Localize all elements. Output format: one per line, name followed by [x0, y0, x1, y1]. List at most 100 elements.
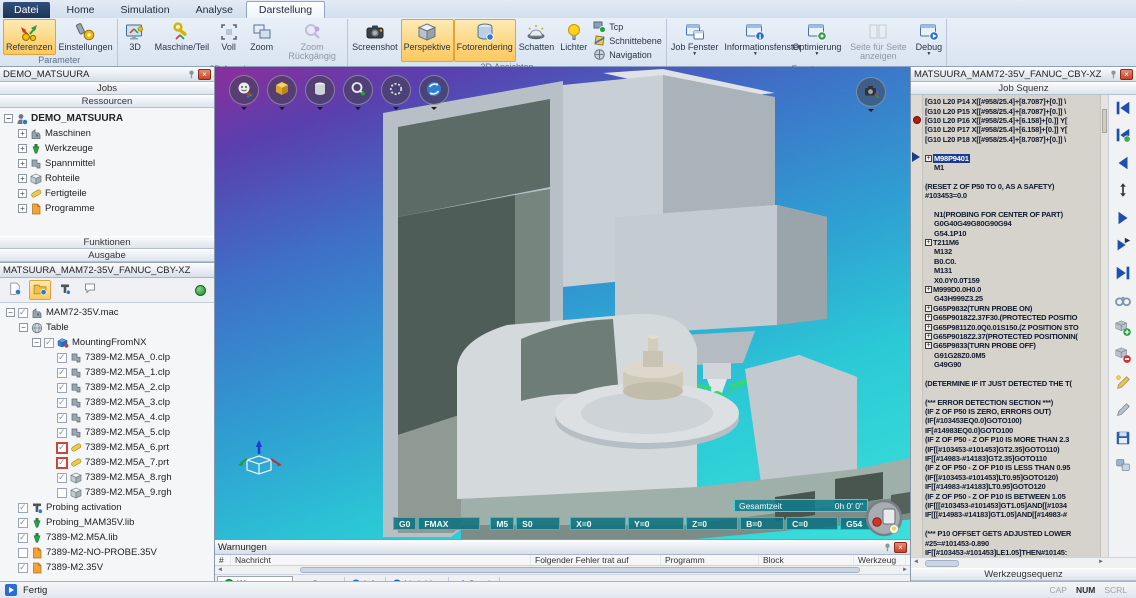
- seite-f-r-seite-anzeigen-button[interactable]: Seite für Seite anzeigen: [844, 19, 912, 64]
- tree-item-maschinen[interactable]: +Maschinen: [4, 126, 214, 141]
- tree-item-fertigteile[interactable]: +Fertigteile: [4, 186, 214, 201]
- gcode-line[interactable]: (DETERMINE IF IT JUST DETECTED THE T(: [925, 379, 1100, 388]
- fotorendering-button[interactable]: Fotorendering: [454, 19, 516, 62]
- ribbon-tab-datei[interactable]: Datei: [3, 2, 50, 18]
- warnings-column-folgender-fehler-trat-auf[interactable]: Folgender Fehler trat auf: [531, 555, 661, 565]
- new-job-document-button[interactable]: [4, 280, 26, 300]
- gcode-line[interactable]: +T211M6: [925, 238, 1100, 247]
- perspektive-button[interactable]: Perspektive: [401, 19, 454, 62]
- find-block-button[interactable]: [1113, 293, 1133, 311]
- item-checkbox[interactable]: [18, 548, 28, 558]
- postprocessor-button[interactable]: [54, 280, 76, 300]
- gcode-line[interactable]: +G65P9018Z2.37(PROTECTED POSITIONIN(: [925, 332, 1100, 341]
- informationsfenster-button[interactable]: Informationsfenster▼: [721, 19, 789, 64]
- gcode-line[interactable]: G91G28Z0.0M5: [925, 351, 1100, 360]
- gcode-line[interactable]: (RESET Z OF P50 TO 0, AS A SAFETY): [925, 182, 1100, 191]
- play-forward-button[interactable]: [1113, 210, 1133, 228]
- gcode-line[interactable]: [925, 200, 1100, 209]
- job-tree-item[interactable]: 7389-M2-NO-PROBE.35V: [4, 545, 214, 560]
- gcode-line[interactable]: (IF[[#103453-#101453]LT0.95]GOTO120): [925, 473, 1100, 482]
- job-tree-item[interactable]: −MountingFromNX: [4, 335, 214, 350]
- comments-button[interactable]: [79, 280, 101, 300]
- job-tree-item[interactable]: −MAM72-35V.mac: [4, 305, 214, 320]
- gcode-line[interactable]: M1: [925, 163, 1100, 172]
- zoom-r-ckg-ngig-button[interactable]: Zoom Rückgängig: [278, 19, 346, 64]
- gcode-line[interactable]: [925, 172, 1100, 181]
- gcode-line[interactable]: [925, 520, 1100, 529]
- item-checkbox[interactable]: [57, 458, 67, 468]
- machine-status-icon[interactable]: [865, 499, 903, 537]
- edit-insert-button[interactable]: [1113, 375, 1133, 393]
- scroll-left-arrow[interactable]: ◄: [913, 559, 919, 566]
- item-checkbox[interactable]: [57, 428, 67, 438]
- play-to-marker-button[interactable]: [1113, 238, 1133, 256]
- collapse-icon[interactable]: −: [6, 308, 15, 317]
- gcode-line[interactable]: M132: [925, 247, 1100, 256]
- zoom-button[interactable]: Zoom: [245, 19, 278, 64]
- item-checkbox[interactable]: [18, 518, 28, 528]
- item-checkbox[interactable]: [57, 443, 67, 453]
- tree-item-werkzeuge[interactable]: +Werkzeuge: [4, 141, 214, 156]
- tcp-button[interactable]: Tcp: [593, 20, 662, 33]
- gcode-line[interactable]: B0.C0.: [925, 257, 1100, 266]
- add-breakpoint-button[interactable]: [1113, 320, 1133, 338]
- warnings-column-index[interactable]: #: [215, 555, 231, 565]
- gcode-line[interactable]: IF[#14983EQ0.0]GOTO100: [925, 426, 1100, 435]
- tree-item-programme[interactable]: +Programme: [4, 201, 214, 216]
- scroll-right-arrow[interactable]: ►: [1098, 559, 1104, 566]
- tree-root-demo_matsuura[interactable]: −DEMO_MATSUURA: [4, 111, 214, 126]
- schatten-button[interactable]: Schatten: [516, 19, 558, 62]
- play-backward-button[interactable]: [1113, 155, 1133, 173]
- gcode-line[interactable]: [925, 144, 1100, 153]
- skip-to-end-button[interactable]: [1113, 265, 1133, 283]
- job-fenster-button[interactable]: Job Fenster▼: [668, 19, 722, 64]
- navigation-button[interactable]: Navigation: [593, 48, 662, 61]
- item-checkbox[interactable]: [57, 368, 67, 378]
- lichter-button[interactable]: Lichter: [557, 19, 590, 62]
- close-icon[interactable]: ×: [1120, 69, 1133, 80]
- close-icon[interactable]: ×: [894, 542, 907, 553]
- expand-icon[interactable]: +: [925, 239, 932, 246]
- collapse-icon[interactable]: −: [32, 338, 41, 347]
- gcode-listing[interactable]: [G10 L20 P14 X[[#958/25.4]+[8.7087]+[0.]…: [923, 95, 1100, 557]
- isometric-view-button[interactable]: [267, 75, 297, 105]
- gcode-line[interactable]: (*** P10 OFFSET GETS ADJUSTED LOWER: [925, 529, 1100, 538]
- gcode-line[interactable]: +G65P9833(TURN PROBE OFF): [925, 341, 1100, 350]
- gcode-line[interactable]: [G10 L20 P18 X[[#958/25.4]+[8.7087]+[0.]…: [925, 135, 1100, 144]
- gcode-line[interactable]: (IF[#103453EQ0.0]GOTO100): [925, 416, 1100, 425]
- sync-windows-button[interactable]: [1113, 458, 1133, 476]
- gcode-line[interactable]: IF[[#103453-#101453]LE1.05]THEN#10145:: [925, 548, 1100, 557]
- section-funktionen[interactable]: Funktionen: [0, 236, 214, 249]
- save-program-button[interactable]: [1113, 430, 1133, 448]
- gcode-line[interactable]: G43H999Z3.25: [925, 294, 1100, 303]
- gcode-line[interactable]: X0.0Y0.0T159: [925, 275, 1100, 284]
- gcode-line[interactable]: [G10 L20 P16 X[[#958/25.4]+[6.158]+[0.]]…: [925, 116, 1100, 125]
- expand-icon[interactable]: +: [18, 174, 27, 183]
- job-tree-item[interactable]: 7389-M2.35V: [4, 560, 214, 575]
- item-checkbox[interactable]: [44, 338, 54, 348]
- item-checkbox[interactable]: [57, 473, 67, 483]
- gcode-line[interactable]: +G65P9832(TURN PROBE ON): [925, 304, 1100, 313]
- warnings-column-programm[interactable]: Programm: [661, 555, 759, 565]
- gcode-line[interactable]: +M999D0.0H0.0: [925, 285, 1100, 294]
- section-ressourcen[interactable]: Ressourcen: [0, 95, 214, 108]
- ribbon-tab-simulation[interactable]: Simulation: [108, 2, 183, 18]
- debug-button[interactable]: Debug▼: [912, 19, 945, 64]
- ribbon-tab-home[interactable]: Home: [54, 2, 108, 18]
- expand-icon[interactable]: +: [18, 129, 27, 138]
- job-tree-item[interactable]: 7389-M2.M5A_3.clp: [4, 395, 214, 410]
- item-checkbox[interactable]: [18, 533, 28, 543]
- play-range-button[interactable]: [1113, 183, 1133, 201]
- ribbon-tab-analyse[interactable]: Analyse: [183, 2, 246, 18]
- gcode-line[interactable]: (IF Z OF P50 - Z OF P10 IS LESS THAN 0.9…: [925, 463, 1100, 472]
- breakpoint-marker[interactable]: [913, 116, 921, 124]
- collapse-icon[interactable]: −: [4, 114, 13, 123]
- item-checkbox[interactable]: [57, 398, 67, 408]
- schnittebene-button[interactable]: Schnittebene: [593, 34, 662, 47]
- 3d-button[interactable]: 3D: [119, 19, 152, 64]
- gcode-line[interactable]: IF[[[#14983-#14183]GT1.05]AND[[#14983-#: [925, 510, 1100, 519]
- gcode-line[interactable]: #25=#101453-0.890: [925, 538, 1100, 547]
- expand-icon[interactable]: +: [925, 314, 932, 321]
- gcode-vscrollbar[interactable]: [1100, 95, 1108, 557]
- optimierung-button[interactable]: Optimierung▼: [789, 19, 844, 64]
